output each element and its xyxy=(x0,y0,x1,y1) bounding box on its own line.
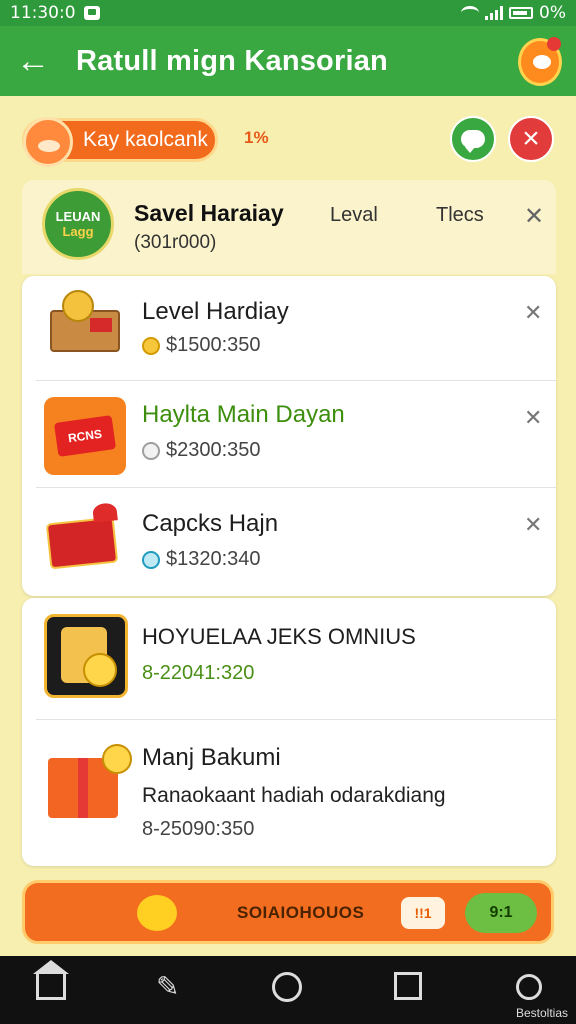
page-title: Ratull mign Kansorian xyxy=(76,44,388,77)
back-arrow-icon[interactable]: ← xyxy=(16,44,50,78)
featured-item[interactable]: HOYUELAA JEKS OMNIUS 8-22041:320 xyxy=(22,598,556,718)
teal-coin-icon xyxy=(142,550,160,569)
clock-icon[interactable] xyxy=(516,974,542,1000)
featured-name: HOYUELAA JEKS OMNIUS xyxy=(142,624,416,649)
nav-label: Bestoltias xyxy=(515,1006,568,1020)
treasure-chest-icon xyxy=(44,614,128,698)
item-price-value: $1500:350 xyxy=(166,334,261,356)
remove-item-icon[interactable]: ✕ xyxy=(524,300,542,326)
item-price: $2300:350 xyxy=(142,439,261,462)
list-item[interactable]: RCNS Haylta Main Dayan $2300:350 ✕ xyxy=(22,381,556,487)
silver-coin-icon xyxy=(142,441,160,460)
wifi-icon xyxy=(461,6,480,20)
item-name: Capcks Hajn xyxy=(142,510,279,537)
action-bar: SOIAIOHOUOS !!1 9:1 xyxy=(22,880,554,944)
brand-logo-line1: LEUAN xyxy=(55,209,101,224)
notification-icon xyxy=(83,6,100,20)
brand-logo: LEUAN Lagg xyxy=(42,188,114,260)
item-name: Level Hardiay xyxy=(142,298,289,325)
item-price: $1500:350 xyxy=(142,334,261,357)
brand-logo-line2: Lagg xyxy=(62,224,94,239)
circle-home-icon[interactable] xyxy=(272,972,302,1002)
status-time: 11:30:0 xyxy=(10,3,76,23)
item-price-value: $2300:350 xyxy=(166,439,261,461)
pen-icon[interactable]: ✎ xyxy=(156,970,179,1003)
gold-coin-icon xyxy=(142,336,160,355)
featured-price: 8-25090:350 xyxy=(142,818,255,840)
status-bar: 11:30:0 0% xyxy=(0,0,576,26)
item-price: $1320:340 xyxy=(142,548,261,571)
chat-button[interactable] xyxy=(450,116,496,162)
lemon-icon[interactable] xyxy=(137,895,177,931)
gift-card-text: RCNS xyxy=(53,415,117,457)
close-button[interactable]: × xyxy=(508,116,554,162)
item-name: Haylta Main Dayan xyxy=(142,401,345,428)
confirm-button[interactable]: 9:1 xyxy=(465,893,537,933)
featured-item[interactable]: Manj Bakumi Ranaokaant hadiah odarakdian… xyxy=(22,720,556,864)
header-column-items[interactable]: Tlecs xyxy=(436,204,484,227)
status-right: 0% xyxy=(461,3,566,23)
crate-icon xyxy=(44,288,126,370)
home-icon[interactable] xyxy=(33,960,69,1000)
item-price-value: $1320:340 xyxy=(166,548,261,570)
app-bar: ← Ratull mign Kansorian xyxy=(0,26,576,96)
header-title: Savel Haraiay xyxy=(134,200,284,226)
header-card: LEUAN Lagg Savel Haraiay (301r000) Leval… xyxy=(22,180,556,274)
featured-name: Manj Bakumi xyxy=(142,744,281,771)
remove-item-icon[interactable]: ✕ xyxy=(524,512,542,538)
gift-card-icon: RCNS xyxy=(44,391,126,475)
mascot-icon[interactable] xyxy=(518,37,562,86)
featured-price: 8-22041:320 xyxy=(142,662,255,684)
header-subtitle: (301r000) xyxy=(134,232,217,253)
featured-list: HOYUELAA JEKS OMNIUS 8-22041:320 Manj Ba… xyxy=(22,598,556,866)
system-nav-bar: ✎ Bestoltias xyxy=(0,956,576,1024)
profile-tag-button[interactable]: Kay kaolcank xyxy=(22,117,218,167)
header-column-level[interactable]: Leval xyxy=(330,204,378,227)
gift-voucher-icon xyxy=(44,498,126,580)
top-row: Kay kaolcank 1% × xyxy=(22,116,558,167)
battery-icon xyxy=(509,7,534,19)
signal-icon xyxy=(485,6,504,20)
remove-item-icon[interactable]: ✕ xyxy=(524,405,542,431)
profile-tag-label: Kay kaolcank xyxy=(83,128,208,151)
chat-bubble-icon xyxy=(461,130,485,153)
tag-count: 1% xyxy=(244,128,269,147)
battery-level: 0% xyxy=(539,3,566,23)
message-icon[interactable]: !!1 xyxy=(401,897,445,929)
list-item[interactable]: Capcks Hajn $1320:340 ✕ xyxy=(22,488,556,594)
recents-icon[interactable] xyxy=(394,972,422,1000)
list-item[interactable]: Level Hardiay $1500:350 ✕ xyxy=(22,276,556,380)
item-list: Level Hardiay $1500:350 ✕ RCNS Haylta Ma… xyxy=(22,276,556,596)
present-box-icon xyxy=(44,740,132,822)
featured-description: Ranaokaant hadiah odarakdiang xyxy=(142,784,446,807)
header-close-icon[interactable]: ✕ xyxy=(524,202,544,231)
status-left: 11:30:0 xyxy=(10,3,100,23)
mascot-avatar-icon xyxy=(23,117,73,167)
action-label[interactable]: SOIAIOHOUOS xyxy=(237,903,364,923)
